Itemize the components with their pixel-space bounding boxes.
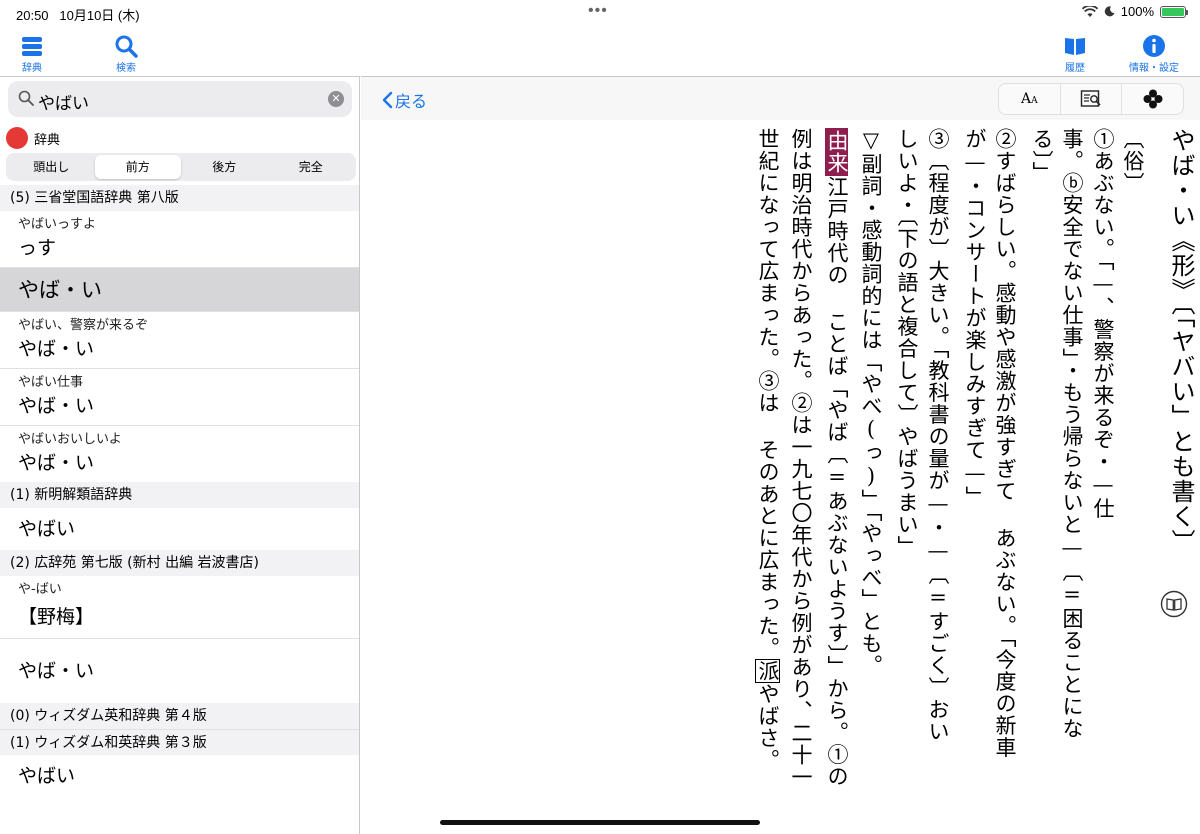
battery-icon bbox=[1160, 5, 1188, 18]
dictionary-button-label: 辞典 bbox=[22, 63, 42, 74]
item-headword: やばい bbox=[18, 518, 76, 540]
home-indicator[interactable] bbox=[440, 820, 760, 825]
status-bar: 20:50 10月10日 (木) ••• 100% bbox=[0, 0, 1200, 26]
moon-icon bbox=[1104, 6, 1115, 17]
status-time: 20:50 10月10日 (木) bbox=[16, 8, 140, 23]
list-item[interactable]: や‐ばい 【野梅】 bbox=[0, 576, 359, 639]
derivative-mark: 派 bbox=[755, 659, 780, 683]
dictionary-filter-label: 辞典 bbox=[34, 132, 61, 148]
search-input[interactable]: やばい bbox=[38, 89, 89, 114]
item-headword: やばい bbox=[18, 765, 76, 787]
back-button[interactable]: 戻る bbox=[381, 88, 427, 112]
dictionary-filter[interactable]: 辞典 bbox=[6, 127, 60, 149]
segment-exact[interactable]: 完全 bbox=[268, 155, 355, 179]
font-size-icon: AA bbox=[1021, 91, 1038, 107]
entry-line: しいよ・〔下の語と複合して〕やばうまい」 bbox=[895, 128, 919, 558]
entry-line: ①あぶない。「—、警察が来るぞ・—仕 bbox=[1091, 128, 1115, 520]
entry-origin-line: 由来江戸時代の ことば「やば〔=あぶないようす〕」から。①の bbox=[825, 128, 849, 788]
battery-percent: 100% bbox=[1120, 4, 1154, 19]
entry-line: 世紀になって広まった。③は そのあとに広まった。派やばさ。 bbox=[755, 128, 780, 771]
multitask-dots-icon[interactable]: ••• bbox=[588, 2, 608, 20]
list-item[interactable]: やばい仕事 やば・い bbox=[0, 369, 359, 426]
battery-fill bbox=[1162, 7, 1184, 16]
item-headword: やば・い bbox=[18, 278, 102, 302]
item-headword: やば・い bbox=[18, 395, 95, 417]
lookup-button[interactable] bbox=[1061, 84, 1123, 114]
book-circle-icon[interactable] bbox=[1160, 590, 1188, 618]
search-button[interactable]: 検索 bbox=[96, 34, 156, 74]
search-icon bbox=[115, 35, 138, 58]
item-example: やばいおいしいよ bbox=[18, 432, 122, 447]
match-mode-segmented: 頭出し 前方 後方 完全 bbox=[6, 153, 356, 181]
entry-register: 〔俗〕 bbox=[1121, 128, 1145, 194]
entry-headword: やば・い《形》〔「ヤバい」とも書く〕 bbox=[1167, 128, 1195, 554]
entry-line: が—・コンサートが楽しみすぎて—」 bbox=[963, 128, 987, 508]
search-field[interactable]: やばい ✕ bbox=[8, 81, 352, 117]
group-header: (2) 広辞苑 第七版 (新村 出編 岩波書店) bbox=[0, 550, 359, 576]
clear-search-icon[interactable]: ✕ bbox=[328, 91, 344, 107]
results-list: (5) 三省堂国語辞典 第八版 やばいっすよ っす やば・い やばい、警察が来る… bbox=[0, 185, 359, 797]
item-example: やばいっすよ bbox=[18, 217, 97, 232]
entry-line: ▽副詞・感動詞的には「やべ(っ)」「やっべ」とも。 bbox=[859, 128, 883, 677]
history-button[interactable]: 履歴 bbox=[1045, 34, 1105, 74]
search-button-label: 検索 bbox=[116, 63, 136, 74]
open-book-icon bbox=[1065, 38, 1085, 55]
item-headword: やば・い bbox=[18, 660, 95, 682]
chevron-left-icon bbox=[382, 91, 393, 109]
list-item[interactable]: やばいっすよ っす bbox=[0, 211, 359, 268]
item-headword: っす bbox=[18, 237, 57, 259]
segment-forward[interactable]: 前方 bbox=[94, 155, 181, 179]
group-header: (1) 新明解類語辞典 bbox=[0, 482, 359, 508]
entry-line: ②すばらしい。感動や感激が強すぎて あぶない。「今度の新車 bbox=[993, 128, 1017, 759]
list-item[interactable]: やば・い bbox=[0, 639, 359, 703]
item-example: やばい、警察が来るぞ bbox=[18, 318, 149, 333]
more-button[interactable] bbox=[1122, 84, 1183, 114]
item-reading: や‐ばい bbox=[18, 582, 62, 597]
book-search-icon bbox=[1080, 90, 1101, 107]
status-right: 100% bbox=[1081, 4, 1188, 19]
entry-content: やば・い《形》〔「ヤバい」とも書く〕 〔俗〕 ①あぶない。「—、警察が来るぞ・—… bbox=[740, 128, 1200, 828]
list-item-selected[interactable]: やば・い bbox=[0, 268, 359, 312]
origin-badge: 由来 bbox=[825, 128, 849, 176]
segment-backward[interactable]: 後方 bbox=[181, 155, 268, 179]
detail-tools: AA bbox=[998, 83, 1184, 115]
list-item[interactable]: やばい、警察が来るぞ やば・い bbox=[0, 312, 359, 369]
segment-prefix[interactable]: 頭出し bbox=[8, 155, 95, 179]
info-settings-button-label: 情報・設定 bbox=[1129, 63, 1179, 74]
stack-icon bbox=[22, 37, 42, 56]
search-icon bbox=[18, 90, 34, 106]
entry-line: る〕」 bbox=[1030, 128, 1054, 184]
group-header: (0) ウィズダム英和辞典 第４版 bbox=[0, 703, 359, 729]
group-header: (5) 三省堂国語辞典 第八版 bbox=[0, 185, 359, 211]
entry-line: 事。ⓑ安全でない仕事」・もう帰らないと—〔=困ることにな bbox=[1060, 128, 1084, 740]
item-headword: 【野梅】 bbox=[18, 606, 95, 628]
back-button-label: 戻る bbox=[395, 92, 428, 111]
item-example: やばい仕事 bbox=[18, 375, 84, 390]
item-headword: やば・い bbox=[18, 338, 95, 360]
detail-navbar: 戻る AA bbox=[361, 76, 1200, 120]
clover-icon bbox=[1143, 89, 1163, 109]
dictionary-button[interactable]: 辞典 bbox=[2, 34, 62, 74]
entry-line: 例は明治時代からあった。②は一九七〇年代から例があり、二十一 bbox=[789, 128, 813, 788]
item-headword: やば・い bbox=[18, 452, 95, 474]
results-pane: やばい ✕ 辞典 頭出し 前方 後方 完全 (5) 三省堂国語辞典 第八版 やば… bbox=[0, 76, 360, 834]
list-item[interactable]: やばい bbox=[0, 508, 359, 550]
group-header: (1) ウィズダム和英辞典 第３版 bbox=[0, 729, 359, 755]
info-settings-button[interactable]: 情報・設定 bbox=[1124, 34, 1184, 74]
wifi-icon bbox=[1081, 5, 1098, 17]
list-item[interactable]: やばいおいしいよ やば・い bbox=[0, 426, 359, 482]
red-dot-icon bbox=[6, 127, 28, 149]
history-button-label: 履歴 bbox=[1065, 63, 1085, 74]
list-item[interactable]: やばい bbox=[0, 755, 359, 797]
font-size-button[interactable]: AA bbox=[999, 84, 1061, 114]
info-icon bbox=[1143, 35, 1165, 57]
entry-line: ③〔程度が〕大きい。「教科書の量が—・—〔=すごく〕おい bbox=[926, 128, 950, 743]
